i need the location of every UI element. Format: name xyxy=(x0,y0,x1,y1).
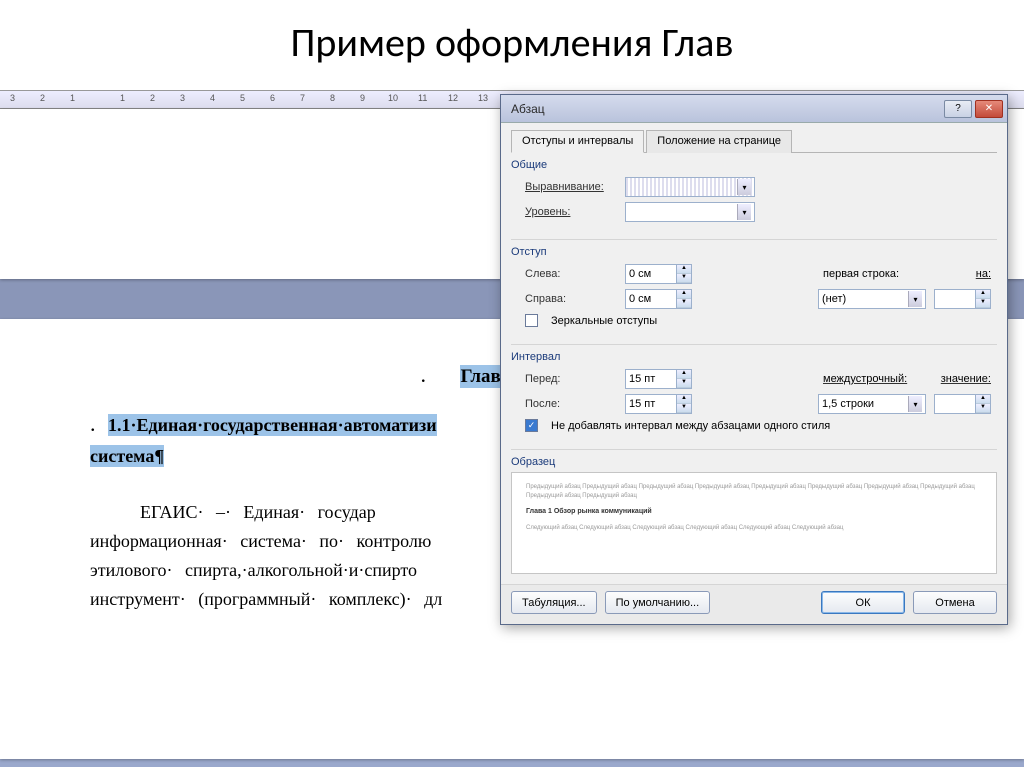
dialog-footer: Табуляция... По умолчанию... ОК Отмена xyxy=(501,584,1007,624)
spin-down-icon[interactable]: ▼ xyxy=(677,274,691,283)
group-preview-title: Образец xyxy=(511,456,997,468)
after-input[interactable] xyxy=(625,394,677,414)
by-spinner[interactable]: ▲▼ xyxy=(934,289,991,309)
slide-title: Пример оформления Глав xyxy=(0,0,1024,77)
chevron-down-icon: ▾ xyxy=(908,396,922,412)
after-spinner[interactable]: ▲▼ xyxy=(625,394,692,414)
label-outline-level: Уровень: xyxy=(525,206,617,218)
before-spinner[interactable]: ▲▼ xyxy=(625,369,692,389)
dialog-title: Абзац xyxy=(511,102,545,116)
no-extra-space-checkbox[interactable] xyxy=(525,419,538,432)
spin-up-icon[interactable]: ▲ xyxy=(677,395,691,404)
label-first-line: первая строка: xyxy=(823,268,923,280)
ok-button[interactable]: ОК xyxy=(821,591,905,614)
group-preview: Образец Предыдущий абзац Предыдущий абза… xyxy=(511,456,997,574)
label-before: Перед: xyxy=(525,373,617,385)
first-line-combo[interactable]: (нет)▾ xyxy=(818,289,926,309)
right-indent-input[interactable] xyxy=(625,289,677,309)
preview-box: Предыдущий абзац Предыдущий абзац Предыд… xyxy=(511,472,997,574)
label-value: значение: xyxy=(931,373,991,385)
group-indent-title: Отступ xyxy=(511,246,997,258)
default-button[interactable]: По умолчанию... xyxy=(605,591,711,614)
spin-down-icon[interactable]: ▼ xyxy=(677,404,691,413)
group-spacing-title: Интервал xyxy=(511,351,997,363)
tabs-button[interactable]: Табуляция... xyxy=(511,591,597,614)
chevron-down-icon: ▾ xyxy=(737,179,751,195)
cancel-button[interactable]: Отмена xyxy=(913,591,997,614)
label-by: на: xyxy=(931,268,991,280)
chevron-down-icon: ▾ xyxy=(737,204,751,220)
spin-down-icon[interactable]: ▼ xyxy=(677,379,691,388)
left-indent-spinner[interactable]: ▲▼ xyxy=(625,264,692,284)
spin-down-icon[interactable]: ▼ xyxy=(976,404,990,413)
paragraph-dialog: Абзац ? ✕ Отступы и интервалы Положение … xyxy=(500,94,1008,625)
value-input[interactable] xyxy=(934,394,976,414)
by-input[interactable] xyxy=(934,289,976,309)
tab-indents-spacing[interactable]: Отступы и интервалы xyxy=(511,130,644,153)
level-combo[interactable]: ▾ xyxy=(625,202,755,222)
spin-up-icon[interactable]: ▲ xyxy=(677,370,691,379)
tab-line-breaks[interactable]: Положение на странице xyxy=(646,130,792,153)
group-spacing: Интервал Перед: ▲▼ междустрочный: значен… xyxy=(511,351,997,443)
value-spinner[interactable]: ▲▼ xyxy=(934,394,991,414)
close-button[interactable]: ✕ xyxy=(975,100,1003,118)
spin-up-icon[interactable]: ▲ xyxy=(677,290,691,299)
right-indent-spinner[interactable]: ▲▼ xyxy=(625,289,692,309)
before-input[interactable] xyxy=(625,369,677,389)
line-spacing-combo[interactable]: 1,5 строки▾ xyxy=(818,394,926,414)
label-after: После: xyxy=(525,398,617,410)
group-general: Общие Выравнивание: ▾ Уровень: ▾ xyxy=(511,159,997,233)
group-general-title: Общие xyxy=(511,159,997,171)
spin-down-icon[interactable]: ▼ xyxy=(677,299,691,308)
group-indent: Отступ Слева: ▲▼ первая строка: на: Спра… xyxy=(511,246,997,338)
mirror-indents-checkbox[interactable] xyxy=(525,314,538,327)
chevron-down-icon: ▾ xyxy=(908,291,922,307)
dialog-titlebar[interactable]: Абзац ? ✕ xyxy=(501,95,1007,123)
dialog-tabs: Отступы и интервалы Положение на страниц… xyxy=(511,129,997,153)
label-right-indent: Справа: xyxy=(525,293,617,305)
label-no-extra-space: Не добавлять интервал между абзацами одн… xyxy=(551,420,830,432)
spin-down-icon[interactable]: ▼ xyxy=(976,299,990,308)
help-button[interactable]: ? xyxy=(944,100,972,118)
label-mirror-indents: Зеркальные отступы xyxy=(551,315,657,327)
left-indent-input[interactable] xyxy=(625,264,677,284)
spin-up-icon[interactable]: ▲ xyxy=(976,395,990,404)
label-alignment: Выравнивание: xyxy=(525,181,617,193)
spin-up-icon[interactable]: ▲ xyxy=(976,290,990,299)
label-left-indent: Слева: xyxy=(525,268,617,280)
alignment-combo[interactable]: ▾ xyxy=(625,177,755,197)
spin-up-icon[interactable]: ▲ xyxy=(677,265,691,274)
label-line-spacing: междустрочный: xyxy=(823,373,923,385)
